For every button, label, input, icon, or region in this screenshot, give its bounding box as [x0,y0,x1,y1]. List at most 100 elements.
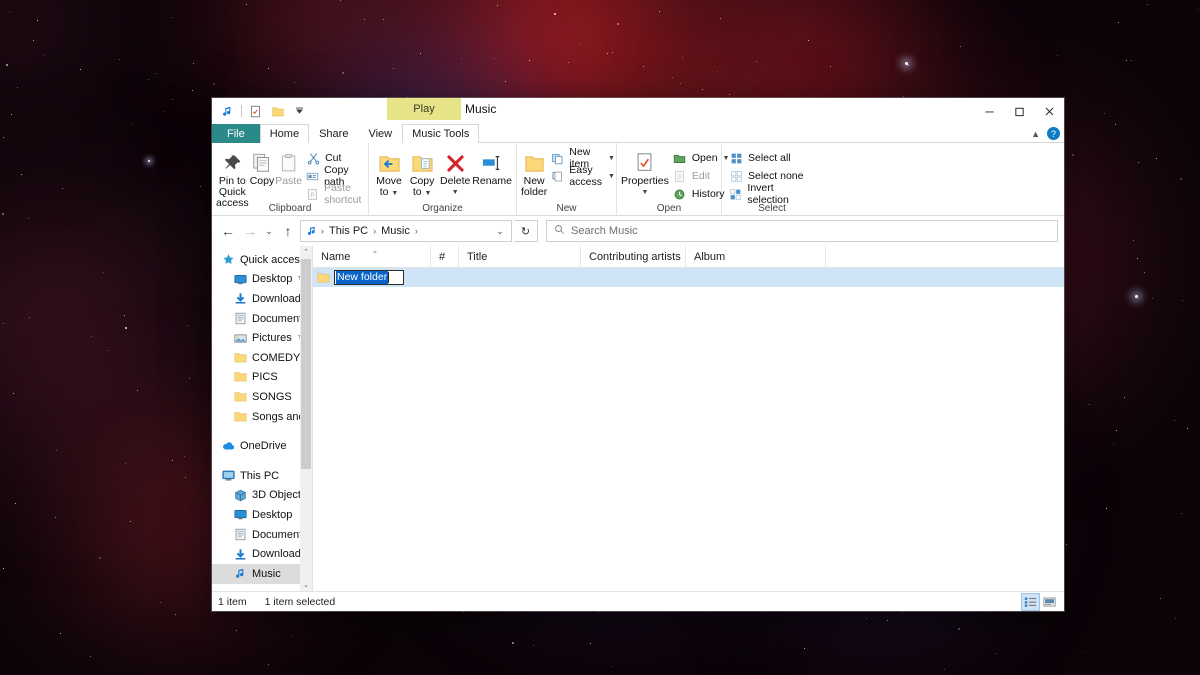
delete-button[interactable]: Delete ▼ [439,146,471,198]
sidebar-item-onedrive[interactable]: OneDrive [212,436,300,456]
file-explorer-window: Play Music File Home Share View Music To… [212,98,1064,611]
sidebar-item-label: Downloads [252,548,300,561]
rename-input-value: New folder [336,271,389,284]
rename-input[interactable]: New folder [334,270,404,285]
sidebar-item-songs[interactable]: SONGS [212,387,300,407]
sidebar-item-label: Desktop [252,273,293,286]
tab-view[interactable]: View [358,124,402,143]
address-bar[interactable]: › This PC › Music › ⌄ [300,220,512,242]
back-button[interactable]: ← [218,220,238,242]
column-header-contributing-artists[interactable]: Contributing artists [581,245,686,268]
star [187,325,188,326]
star [268,68,269,69]
star [902,611,903,612]
new-folder-button[interactable]: New folder [521,146,547,198]
sidebar-item-desktop[interactable]: Desktop [212,270,300,290]
sidebar-item-quick-access[interactable]: Quick access [212,250,300,270]
breadcrumb-this-pc[interactable]: This PC [327,225,370,237]
search-input[interactable]: Search Music [571,225,638,237]
scroll-up-icon[interactable]: ⌃ [300,246,312,258]
select-small-commands: Select all Select none Invert selection [726,146,818,206]
search-box[interactable]: Search Music [546,220,1058,242]
sidebar-item-label: Documents [252,312,300,325]
sidebar-item-documents[interactable]: Documents [212,525,300,545]
copy-button[interactable]: Copy [250,146,274,187]
tab-home[interactable]: Home [259,124,310,143]
move-to-button[interactable]: Move to ▼ [373,146,405,199]
tab-music-tools[interactable]: Music Tools [402,124,480,143]
star [568,62,569,63]
tab-file[interactable]: File [212,124,260,143]
star [1115,124,1116,125]
sidebar-item-desktop[interactable]: Desktop [212,505,300,525]
select-all-icon [729,151,743,165]
new-folder-icon[interactable] [269,103,286,120]
star [1124,397,1125,398]
column-header-title[interactable]: Title [459,245,581,268]
collapse-ribbon-icon[interactable]: ▲ [1031,129,1040,139]
file-list[interactable]: New folder [313,268,1064,591]
breadcrumb-separator[interactable]: › [373,226,376,236]
scroll-down-icon[interactable]: ⌄ [300,579,312,591]
paste-shortcut-icon: P [306,187,319,201]
tab-share[interactable]: Share [309,124,358,143]
sidebar-item-label: Quick access [240,253,300,266]
desktop-icon [234,273,247,286]
contextual-tab-header[interactable]: Play [387,98,461,120]
sidebar-item-downloads[interactable]: Downloads [212,289,300,309]
properties-caret-icon: ▼ [641,189,649,196]
star [995,653,996,654]
breadcrumb-separator[interactable]: › [415,226,418,236]
paste-button[interactable]: Paste [275,146,302,187]
select-all-button[interactable]: Select all [726,149,818,167]
refresh-button[interactable]: ↻ [514,220,538,242]
column-header-[interactable]: # [431,245,459,268]
properties-icon[interactable] [247,103,264,120]
minimize-button[interactable] [974,98,1004,124]
column-header-name[interactable]: Name ⌃ [313,245,431,268]
paste-shortcut-button[interactable]: P Paste shortcut [303,182,365,206]
sidebar-item-3d-objects[interactable]: 3D Objects [212,486,300,506]
sidebar-item-documents[interactable]: Documents [212,309,300,329]
pin-to-quick-access-button[interactable]: Pin to Quick access [216,146,249,209]
close-button[interactable] [1034,98,1064,124]
star [80,69,81,70]
table-row[interactable]: New folder [313,268,1064,287]
file-list-pane: Name ⌃ # Title Contributing artists Album New… [313,245,1064,591]
sidebar-item-this-pc[interactable]: This PC [212,466,300,486]
rename-button[interactable]: Rename [472,146,512,187]
large-icons-view-button[interactable] [1041,594,1058,610]
sidebar-item-pictures[interactable]: Pictures [212,328,300,348]
navigation-scrollbar-thumb[interactable] [301,259,311,469]
star [960,46,961,47]
sidebar-item-songs-and-poem[interactable]: Songs and Poem [212,407,300,427]
copy-to-button[interactable]: Copy to ▼ [406,146,438,199]
sidebar-item-downloads[interactable]: Downloads [212,544,300,564]
column-header-album[interactable]: Album [686,245,826,268]
chevron-down-icon[interactable] [291,103,308,120]
sidebar-item-music[interactable]: Music [212,563,300,584]
move-to-label-line2: to ▼ [379,186,399,198]
address-dropdown-icon[interactable]: ⌄ [491,226,509,237]
up-button[interactable]: ↑ [278,220,298,242]
invert-selection-button[interactable]: Invert selection [726,182,818,206]
details-view-button[interactable] [1021,592,1040,611]
star [99,557,101,559]
star [103,272,104,273]
forward-button[interactable]: → [240,220,260,242]
breadcrumb-music[interactable]: Music [379,225,412,237]
properties-button[interactable]: Properties ▼ [621,146,669,198]
help-button[interactable]: ? [1047,127,1060,140]
move-to-icon [378,150,401,176]
navigation-scrollbar[interactable]: ⌃ ⌄ [300,246,312,591]
sidebar-item-pics[interactable]: PICS [212,368,300,388]
folder-icon [234,371,247,384]
maximize-button[interactable] [1004,98,1034,124]
recent-locations-button[interactable]: ⌄ [262,220,276,242]
documents-icon [234,528,247,541]
sidebar-item-comedy[interactable]: COMEDY [212,348,300,368]
music-note-icon[interactable] [219,103,236,120]
selection-label: 1 item selected [264,595,336,608]
music-note-icon [234,567,247,580]
easy-access-button[interactable]: Easy access ▼ [548,164,618,188]
